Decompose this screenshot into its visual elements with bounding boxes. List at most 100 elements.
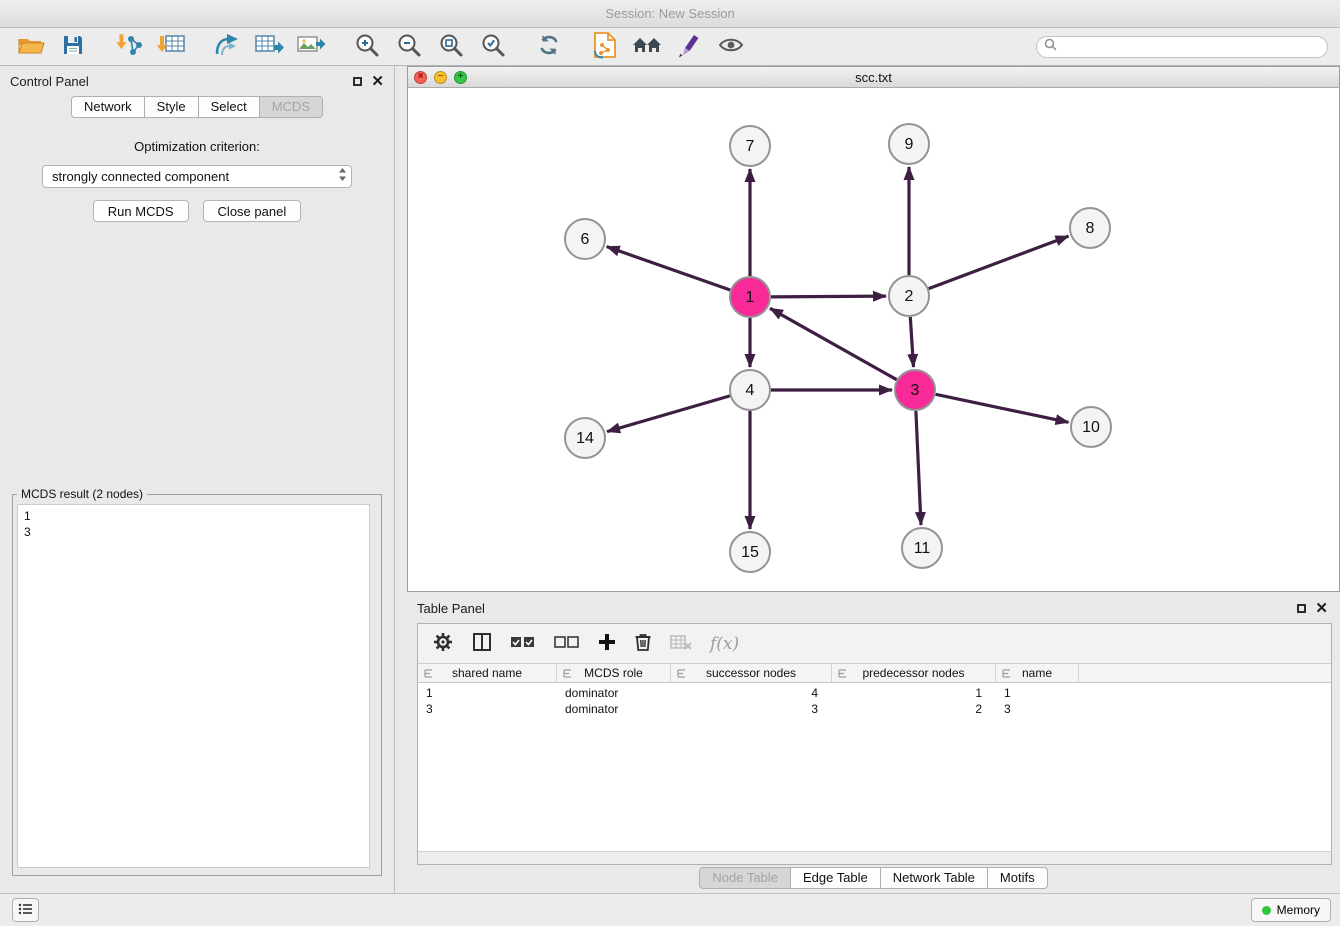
edge-1-2[interactable] [771, 296, 886, 297]
close-panel-button-2[interactable]: Close panel [203, 200, 302, 222]
edge-1-6[interactable] [607, 247, 731, 290]
export-table-button[interactable] [248, 31, 290, 63]
export-image-button[interactable] [290, 31, 332, 63]
tab-node-table[interactable]: Node Table [699, 867, 791, 889]
graph-node-15[interactable]: 15 [730, 532, 770, 572]
close-window-button[interactable]: × [414, 71, 427, 84]
graph-node-8[interactable]: 8 [1070, 208, 1110, 248]
run-mcds-button[interactable]: Run MCDS [93, 200, 189, 222]
export-image-icon [296, 32, 326, 61]
search-input[interactable] [1062, 39, 1320, 54]
network-overview-button[interactable] [584, 31, 626, 63]
network-document-icon [593, 31, 617, 62]
graph-node-6[interactable]: 6 [565, 219, 605, 259]
zoom-out-icon [396, 32, 422, 61]
column-header-name[interactable]: name [996, 664, 1079, 683]
edge-3-11[interactable] [916, 411, 921, 525]
memory-button[interactable]: Memory [1251, 898, 1331, 922]
column-layout-icon [472, 632, 492, 655]
table-panel-tabs: Node Table Edge Table Network Table Moti… [407, 867, 1340, 889]
table-row[interactable]: 1dominator411 [418, 686, 1331, 702]
svg-text:6: 6 [581, 231, 590, 248]
column-header-successor-nodes[interactable]: successor nodes [671, 664, 832, 683]
import-table-icon [156, 32, 186, 61]
search-field[interactable] [1036, 36, 1328, 58]
zoom-selected-icon [480, 32, 506, 61]
welcome-screen-button[interactable] [626, 31, 668, 63]
export-network-button[interactable] [206, 31, 248, 63]
minimize-window-button[interactable]: − [434, 71, 447, 84]
edge-4-14[interactable] [607, 396, 730, 432]
table-row[interactable]: 3dominator323 [418, 702, 1331, 718]
mcds-result-list[interactable]: 1 3 [17, 504, 370, 868]
zoom-window-button[interactable]: + [454, 71, 467, 84]
column-sort-icon [676, 668, 687, 682]
svg-text:14: 14 [576, 430, 594, 447]
delete-column-button[interactable] [634, 632, 652, 655]
graph-node-7[interactable]: 7 [730, 126, 770, 166]
open-session-button[interactable] [10, 31, 52, 63]
svg-text:8: 8 [1086, 220, 1095, 237]
table-toolbar: f(x) [418, 624, 1331, 664]
save-session-button[interactable] [52, 31, 94, 63]
close-table-panel-button[interactable]: ✕ [1315, 601, 1328, 616]
deselect-all-button[interactable] [554, 634, 580, 653]
dropdown-stepper-icon [338, 167, 347, 187]
table-cell: 2 [832, 702, 996, 718]
horizontal-scrollbar[interactable] [418, 851, 1331, 864]
svg-text:10: 10 [1082, 419, 1100, 436]
import-network-button[interactable] [108, 31, 150, 63]
graph-node-9[interactable]: 9 [889, 124, 929, 164]
tab-select[interactable]: Select [198, 96, 260, 118]
edge-3-10[interactable] [936, 394, 1069, 422]
tab-edge-table[interactable]: Edge Table [790, 867, 881, 889]
graph-node-10[interactable]: 10 [1071, 407, 1111, 447]
graph-node-3[interactable]: 3 [895, 370, 935, 410]
graph-node-14[interactable]: 14 [565, 418, 605, 458]
optimization-criterion-select[interactable]: strongly connected component [42, 165, 352, 188]
column-sort-icon [1001, 668, 1012, 682]
table-cell: 1 [418, 686, 557, 702]
float-panel-button[interactable] [353, 77, 362, 86]
edge-3-1[interactable] [770, 308, 897, 379]
mcds-result-title: MCDS result (2 nodes) [17, 487, 147, 501]
column-header-mcds-role[interactable]: MCDS role [557, 664, 671, 683]
table-cell: 3 [418, 702, 557, 718]
tab-network-table[interactable]: Network Table [880, 867, 988, 889]
list-icon [18, 903, 33, 918]
add-column-button[interactable] [598, 633, 616, 654]
zoom-in-icon [354, 32, 380, 61]
edge-2-3[interactable] [910, 317, 913, 367]
apply-style-button[interactable] [668, 31, 710, 63]
select-all-button[interactable] [510, 634, 536, 653]
table-cell: 1 [996, 686, 1079, 702]
column-sort-icon [423, 668, 434, 682]
zoom-in-button[interactable] [346, 31, 388, 63]
network-canvas[interactable]: 7 9 6 8 1 2 4 3 14 10 15 11 [408, 88, 1339, 591]
toggle-details-button[interactable] [710, 31, 752, 63]
zoom-out-button[interactable] [388, 31, 430, 63]
table-settings-button[interactable] [432, 631, 454, 656]
graph-node-2[interactable]: 2 [889, 276, 929, 316]
edge-2-8[interactable] [929, 236, 1069, 289]
graph-node-1[interactable]: 1 [730, 277, 770, 317]
column-header-predecessor-nodes[interactable]: predecessor nodes [832, 664, 996, 683]
float-table-panel-button[interactable] [1297, 604, 1306, 613]
graph-node-4[interactable]: 4 [730, 370, 770, 410]
zoom-selected-button[interactable] [472, 31, 514, 63]
table-cell: 1 [832, 686, 996, 702]
tab-mcds[interactable]: MCDS [259, 96, 323, 118]
task-history-button[interactable] [12, 898, 39, 922]
tab-motifs[interactable]: Motifs [987, 867, 1048, 889]
apply-layout-button[interactable] [528, 31, 570, 63]
close-panel-button[interactable]: ✕ [371, 74, 384, 89]
show-columns-button[interactable] [472, 632, 492, 655]
import-table-button[interactable] [150, 31, 192, 63]
tab-style[interactable]: Style [144, 96, 199, 118]
zoom-fit-button[interactable] [430, 31, 472, 63]
tab-network[interactable]: Network [71, 96, 145, 118]
optimization-criterion-value: strongly connected component [52, 169, 338, 184]
graph-node-11[interactable]: 11 [902, 528, 942, 568]
column-header-shared-name[interactable]: shared name [418, 664, 557, 683]
fx-icon: f(x) [710, 634, 739, 654]
